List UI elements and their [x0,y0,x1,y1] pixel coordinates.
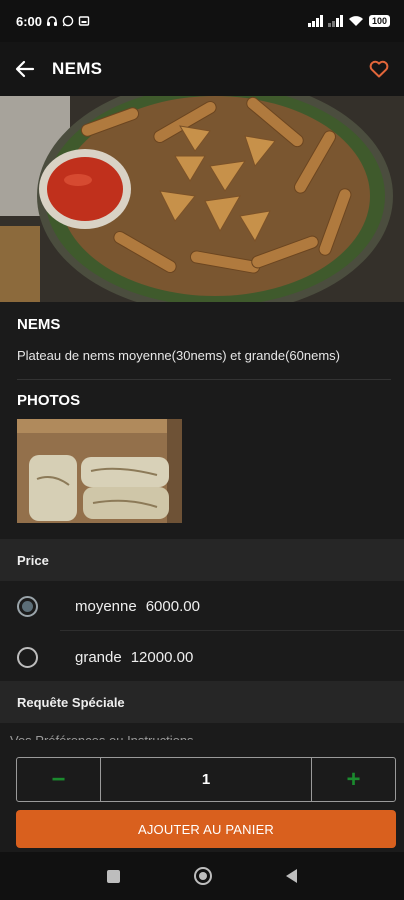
divider [17,379,391,380]
option-price: 12000.00 [130,648,194,666]
page-title: NEMS [52,59,103,78]
quantity-value: 1 [100,758,312,801]
system-nav-bar [0,852,404,900]
photos-title: PHOTOS [17,392,81,409]
special-request-header: Requête Spéciale [0,681,404,723]
home-icon[interactable] [194,867,212,885]
product-photo [0,96,404,302]
status-right: 100 [307,15,390,27]
divider [60,630,404,631]
option-price: 6000.00 [145,597,200,615]
product-description: Plateau de nems moyenne(30nems) et grand… [17,348,341,363]
recents-icon[interactable] [107,869,120,883]
signal-icon [307,15,323,27]
increment-button[interactable]: + [312,758,395,801]
decrement-button[interactable]: − [17,758,100,801]
whatsapp-icon [62,15,74,27]
status-bar: 6:00 100 [0,0,404,42]
signal-icon [327,15,343,27]
back-button[interactable] [0,42,50,96]
price-option-label: moyenne 6000.00 [75,598,200,615]
arrow-left-icon [15,60,35,78]
back-triangle-icon[interactable] [286,869,297,883]
headset-icon [47,16,58,26]
price-option-grande[interactable]: grande 12000.00 [0,632,404,682]
add-to-cart-button[interactable]: AJOUTER AU PANIER [16,810,396,848]
radio-button[interactable] [17,646,38,668]
radio-button-selected[interactable] [17,595,38,617]
status-time: 6:00 [16,13,43,29]
price-section-header: Price [0,539,404,581]
price-option-moyenne[interactable]: moyenne 6000.00 [0,581,404,631]
thumbnail-photo [17,419,182,523]
price-option-label: grande 12000.00 [75,649,193,666]
photo-thumbnail[interactable] [17,419,182,523]
app-bar: NEMS [0,42,404,96]
wifi-icon [348,16,363,26]
favorite-button[interactable] [354,42,404,96]
battery-icon: 100 [368,15,390,27]
quantity-stepper: − 1 + [16,757,396,802]
product-image [0,96,404,302]
product-name: NEMS [17,316,61,333]
notification-icon [78,16,90,26]
status-left: 6:00 [16,14,90,29]
bottom-bar: − 1 + AJOUTER AU PANIER [0,748,404,852]
option-size: grande [75,648,122,666]
heart-outline-icon [369,60,389,78]
option-size: moyenne [75,597,137,615]
special-request-input[interactable]: Vos Préférences ou Instructions [10,730,250,740]
